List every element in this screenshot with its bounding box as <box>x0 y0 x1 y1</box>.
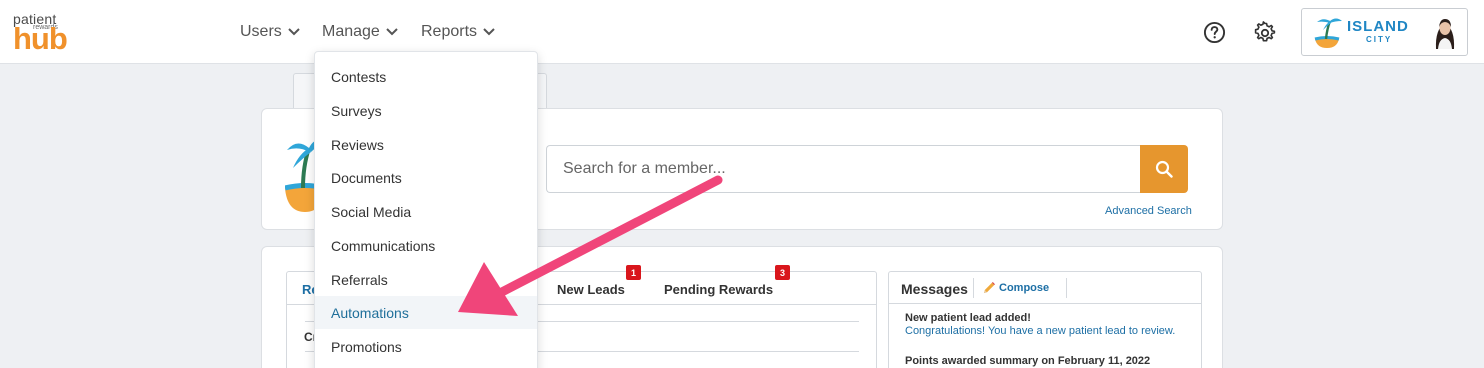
nav-reports-label: Reports <box>421 23 478 40</box>
tab-new-leads[interactable]: New Leads <box>557 282 625 297</box>
nav-manage-menu[interactable]: Manage <box>322 22 398 42</box>
user-avatar[interactable] <box>1432 15 1458 49</box>
menu-item-promotions[interactable]: Promotions <box>315 330 537 363</box>
palm-tree-logo-icon <box>1314 18 1342 48</box>
message-body-link[interactable]: Congratulations! You have a new patient … <box>905 325 1175 337</box>
message-title: Points awarded summary on February 11, 2… <box>905 355 1151 367</box>
manage-dropdown-menu: Contests Surveys Reviews Documents Socia… <box>314 51 538 368</box>
chevron-down-icon <box>288 28 300 36</box>
menu-item-reviews[interactable]: Reviews <box>315 128 537 161</box>
member-search-input[interactable] <box>546 145 1140 193</box>
help-icon[interactable] <box>1203 21 1226 44</box>
top-navigation-bar: patient rewards hub Users Manage Reports… <box>0 0 1484 64</box>
message-title: New patient lead added! <box>905 312 1031 324</box>
compose-label: Compose <box>999 282 1050 294</box>
patient-rewards-hub-logo[interactable]: patient rewards hub <box>13 11 75 55</box>
search-icon <box>1155 160 1173 178</box>
advanced-search-link[interactable]: Advanced Search <box>1105 205 1192 217</box>
compose-button[interactable]: Compose <box>982 281 1049 295</box>
new-leads-count-badge: 1 <box>626 265 641 280</box>
nav-reports-menu[interactable]: Reports <box>421 22 495 42</box>
pencil-icon <box>984 282 995 293</box>
chevron-down-icon <box>483 28 495 36</box>
nav-users-label: Users <box>240 23 282 40</box>
tab-pending-rewards[interactable]: Pending Rewards <box>664 282 773 297</box>
pending-rewards-count-badge: 3 <box>775 265 790 280</box>
gear-icon[interactable] <box>1253 21 1277 45</box>
menu-item-documents[interactable]: Documents <box>315 161 537 194</box>
menu-item-communications[interactable]: Communications <box>315 229 537 262</box>
brand-subname: CITY <box>1366 35 1393 44</box>
menu-item-surveys[interactable]: Surveys <box>315 94 537 127</box>
chevron-down-icon <box>386 28 398 36</box>
messages-title: Messages <box>901 281 968 297</box>
search-button[interactable] <box>1140 145 1188 193</box>
menu-item-automations[interactable]: Automations <box>315 296 537 329</box>
nav-users-menu[interactable]: Users <box>240 22 300 42</box>
messages-divider <box>889 303 1201 304</box>
menu-item-referrals[interactable]: Referrals <box>315 263 537 296</box>
header-divider <box>973 278 974 298</box>
practice-brand-switcher[interactable]: ISLAND CITY <box>1301 8 1468 56</box>
header-divider <box>1066 278 1067 298</box>
logo-text-hub: hub <box>13 21 68 56</box>
nav-manage-label: Manage <box>322 23 380 40</box>
menu-item-social-media[interactable]: Social Media <box>315 195 537 228</box>
brand-name: ISLAND <box>1347 18 1409 35</box>
menu-item-contests[interactable]: Contests <box>315 60 537 93</box>
